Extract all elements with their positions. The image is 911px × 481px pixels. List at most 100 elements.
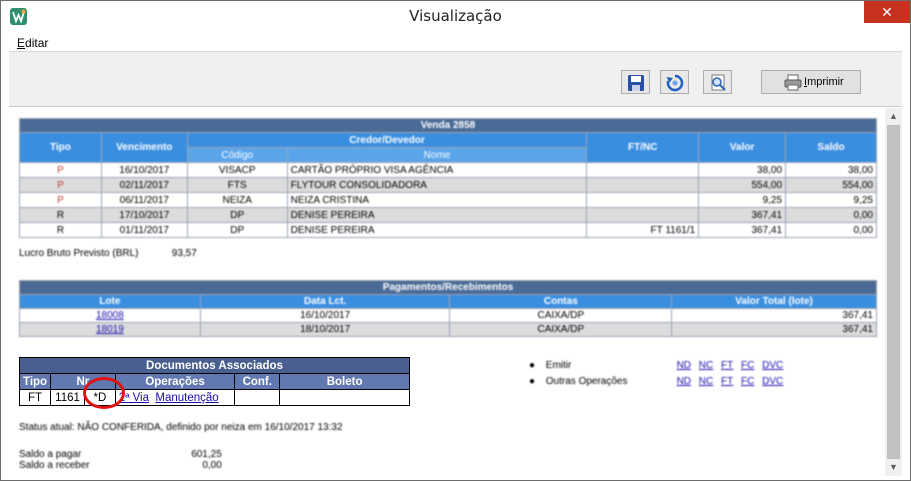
sale-cell-nome: FLYTOUR CONSOLIDADORA: [286, 177, 588, 193]
sale-header-ft-nc: FT/NC: [586, 132, 700, 163]
status-text: Status atual: NÃO CONFERIDA, definido po…: [19, 422, 343, 433]
printer-icon: [784, 74, 802, 91]
documents-cell-tipo: FT: [18, 389, 52, 406]
emitir-fc-link[interactable]: FC: [741, 360, 754, 371]
save-button[interactable]: [621, 70, 650, 94]
sale-cell-saldo: 554,00: [785, 177, 877, 193]
documents-cell-operacoes: 2ª Via Manutenção: [114, 389, 236, 406]
sale-cell-vencimento: 01/11/2017: [100, 222, 188, 238]
table-row: 18008 16/10/2017 CAIXA/DP 367,41: [19, 308, 877, 323]
sale-cell-valor: 367,41: [698, 207, 787, 223]
refresh-button[interactable]: [660, 70, 689, 94]
preview-content: Venda 2858 Tipo Vencimento Credor/Devedo…: [9, 108, 885, 476]
lucro-label: Lucro Bruto Previsto (BRL): [19, 248, 139, 259]
emitir-label: Emitir: [545, 360, 572, 371]
outras-fc-link[interactable]: FC: [741, 376, 754, 387]
sale-cell-valor: 9,25: [698, 192, 787, 208]
menu-editar[interactable]: Editar: [17, 36, 48, 50]
scroll-up-icon[interactable]: ▲: [885, 108, 902, 125]
sale-cell-nome: NEIZA CRISTINA: [286, 192, 588, 208]
lucro-value: 93,57: [171, 248, 197, 259]
manutencao-link[interactable]: Manutenção: [155, 392, 218, 404]
emitir-nd-link[interactable]: ND: [677, 360, 691, 371]
save-icon: [628, 75, 644, 91]
sale-header-vencimento: Vencimento: [100, 132, 188, 163]
payments-header-contas: Contas: [449, 294, 673, 309]
sale-caption: Venda 2858: [19, 118, 877, 133]
outras-nd-link[interactable]: ND: [677, 376, 691, 387]
emitir-ft-link[interactable]: FT: [721, 360, 733, 371]
sale-header-saldo: Saldo: [785, 132, 877, 163]
scroll-thumb[interactable]: [887, 125, 900, 459]
lote-link[interactable]: 18019: [96, 324, 124, 335]
documents-cell-conf: [234, 389, 281, 406]
title-bar: Visualização ✕: [1, 1, 910, 32]
sale-cell-vencimento: 02/11/2017: [100, 177, 188, 193]
preview-button[interactable]: [703, 70, 732, 94]
sale-cell-saldo: 0,00: [785, 207, 877, 223]
sale-cell-ft-nc: FT 1161/1: [586, 222, 700, 238]
emitir-row: ● Emitir ND NC FT FC DVC: [529, 360, 788, 376]
bullet-icon: ●: [529, 360, 536, 371]
payments-cell-contas: CAIXA/DP: [449, 308, 673, 323]
sale-header-credor: Credor/Devedor: [186, 132, 588, 148]
sale-cell-ft-nc: [586, 207, 700, 223]
sale-cell-tipo[interactable]: P: [19, 162, 102, 178]
saldo-pagar-value: 601,25: [191, 449, 222, 460]
sale-cell-saldo: 9,25: [785, 192, 877, 208]
sale-cell-nome: DENISE PEREIRA: [286, 222, 588, 238]
saldo-receber-row: Saldo a receber 0,00: [19, 460, 222, 471]
sale-cell-saldo: 0,00: [785, 222, 877, 238]
sale-cell-codigo: FTS: [186, 177, 288, 193]
sale-table: Venda 2858 Tipo Vencimento Credor/Devedo…: [19, 118, 877, 238]
sale-cell-vencimento: 16/10/2017: [100, 162, 188, 178]
documents-table: Documentos Associados Tipo Nr Operações …: [18, 357, 410, 406]
lucro-bruto: Lucro Bruto Previsto (BRL) 93,57: [19, 248, 197, 259]
sale-cell-tipo: R: [19, 222, 102, 238]
emitir-dvc-link[interactable]: DVC: [762, 360, 783, 371]
sale-cell-codigo: DP: [186, 207, 288, 223]
emitir-nc-link[interactable]: NC: [699, 360, 713, 371]
highlight-circle: [83, 377, 125, 409]
sale-cell-ft-nc: [586, 192, 700, 208]
sale-cell-tipo[interactable]: P: [19, 192, 102, 208]
refresh-icon: [666, 74, 684, 92]
sale-header-codigo: Código: [186, 147, 288, 163]
saldo-receber-value: 0,00: [202, 460, 222, 471]
outras-ft-link[interactable]: FT: [721, 376, 733, 387]
payments-cell-data: 16/10/2017: [199, 308, 451, 323]
sale-header-nome: Nome: [286, 147, 588, 163]
vertical-scrollbar[interactable]: ▲ ▼: [885, 108, 902, 476]
scroll-down-icon[interactable]: ▼: [885, 459, 902, 476]
table-row: R 01/11/2017 DP DENISE PEREIRA FT 1161/1…: [19, 222, 877, 238]
table-row: FT 1161 *D 2ª Via Manutenção: [18, 389, 410, 406]
window-title: Visualização: [409, 7, 502, 25]
outras-dvc-link[interactable]: DVC: [762, 376, 783, 387]
sale-cell-nome: DENISE PEREIRA: [286, 207, 588, 223]
lote-link[interactable]: 18008: [96, 310, 124, 321]
menu-editar-label: ditar: [25, 36, 49, 50]
payments-cell-contas: CAIXA/DP: [449, 322, 673, 337]
sale-header-valor: Valor: [698, 132, 787, 163]
sale-cell-tipo[interactable]: P: [19, 177, 102, 193]
sale-cell-vencimento: 06/11/2017: [100, 192, 188, 208]
documents-caption: Documentos Associados: [19, 357, 410, 374]
documents-header-boleto: Boleto: [279, 373, 410, 390]
close-button[interactable]: ✕: [864, 1, 910, 23]
saldo-pagar-row: Saldo a pagar 601,25: [19, 449, 222, 460]
sale-cell-ft-nc: [586, 162, 700, 178]
side-actions: ● Emitir ND NC FT FC DVC ● Outras Operaç…: [529, 360, 788, 392]
print-button[interactable]: Imprimir: [761, 70, 861, 94]
payments-cell-valor: 367,41: [671, 322, 877, 337]
outras-operacoes-label: Outras Operações: [545, 376, 628, 387]
documents-header-tipo: Tipo: [18, 373, 52, 390]
menu-bar: Editar: [9, 32, 902, 52]
outras-nc-link[interactable]: NC: [699, 376, 713, 387]
sale-cell-vencimento: 17/10/2017: [100, 207, 188, 223]
bullet-icon: ●: [529, 376, 536, 387]
payments-cell-data: 18/10/2017: [199, 322, 451, 337]
outras-operacoes-row: ● Outras Operações ND NC FT FC DVC: [529, 376, 788, 392]
visualizacao-window: Visualização ✕ Editar Imprimir Venda 285…: [0, 0, 911, 481]
saldo-summary: Saldo a pagar 601,25 Saldo a receber 0,0…: [19, 449, 222, 471]
menu-editar-mnemonic: E: [17, 36, 26, 50]
